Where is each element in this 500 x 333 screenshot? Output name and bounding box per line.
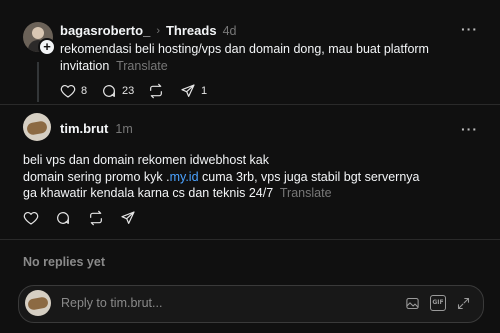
original-post-text-line2: invitation Translate (60, 58, 480, 75)
reply-text-line1: beli vps dan domain rekomen idwebhost ka… (23, 153, 269, 167)
share-icon (121, 211, 135, 224)
gif-icon[interactable]: GIF (430, 295, 446, 311)
original-post-translate-link[interactable]: Translate (116, 59, 168, 73)
reply-comment-button[interactable] (55, 210, 71, 226)
reply-avatar[interactable] (23, 113, 51, 141)
original-post-username[interactable]: bagasroberto_ (60, 23, 150, 38)
like-count: 8 (81, 85, 88, 97)
original-post-share-button[interactable]: 1 (180, 83, 207, 99)
reply-more-button[interactable]: ··· (461, 121, 478, 137)
post-divider (0, 104, 500, 105)
reply-text-line2-suffix: cuma 3rb, vps juga stabil bgt servernya (198, 169, 420, 184)
repost-icon (90, 210, 102, 226)
original-post-time: 4d (222, 23, 237, 38)
original-post-like-button[interactable]: 8 (60, 83, 87, 99)
heart-icon (60, 85, 76, 98)
reply-composer[interactable]: Reply to tim.brut... GIF (18, 285, 484, 323)
no-replies-label: No replies yet (23, 255, 105, 269)
composer-tools: GIF (405, 295, 471, 311)
reply-time: 1m (115, 121, 133, 136)
comment-icon (103, 85, 115, 97)
reply-text-line3-content: ga khawatir kendala karna cs dan teknis … (23, 186, 274, 200)
original-post-comment-button[interactable]: 23 (101, 83, 134, 99)
reply-header: tim.brut 1m (60, 121, 133, 136)
reply-repost-button[interactable] (88, 210, 104, 226)
share-icon (181, 84, 195, 97)
heart-icon (23, 212, 39, 225)
reply-share-button[interactable] (120, 210, 136, 226)
reply-text-line3: ga khawatir kendala karna cs dan teknis … (23, 185, 483, 202)
original-post-header: bagasroberto_ › Threads 4d (60, 23, 236, 38)
expand-icon[interactable] (456, 296, 471, 311)
reply-text-line2-prefix: domain sering promo kyk . (23, 169, 170, 184)
comment-count: 23 (122, 85, 135, 97)
original-post-text-line2-content: invitation (60, 58, 110, 73)
original-post-text-line1: rekomendasi beli hosting/vps dan domain … (60, 42, 429, 56)
composer-avatar (25, 290, 51, 316)
image-icon[interactable] (405, 296, 420, 311)
chevron-right-icon: › (156, 24, 160, 37)
reply-input[interactable]: Reply to tim.brut... (61, 296, 162, 310)
reply-username[interactable]: tim.brut (60, 121, 108, 136)
reply-text-line2: domain sering promo kyk .my.id cuma 3rb,… (23, 169, 483, 186)
thread-connector-line (37, 62, 39, 102)
original-post-more-button[interactable]: ··· (461, 21, 478, 37)
reply-like-button[interactable] (23, 210, 39, 226)
my-id-link[interactable]: my.id (170, 170, 199, 184)
original-post-repost-button[interactable] (148, 83, 169, 99)
follow-plus-icon[interactable]: + (38, 38, 56, 56)
comment-icon (57, 212, 69, 224)
original-post-text: rekomendasi beli hosting/vps dan domain … (60, 41, 480, 74)
share-count: 1 (201, 85, 208, 97)
reply-translate-link[interactable]: Translate (280, 186, 332, 200)
repost-icon (150, 83, 162, 99)
original-post-channel[interactable]: Threads (166, 23, 217, 38)
reply-text: beli vps dan domain rekomen idwebhost ka… (23, 152, 483, 202)
replies-divider (0, 239, 500, 240)
